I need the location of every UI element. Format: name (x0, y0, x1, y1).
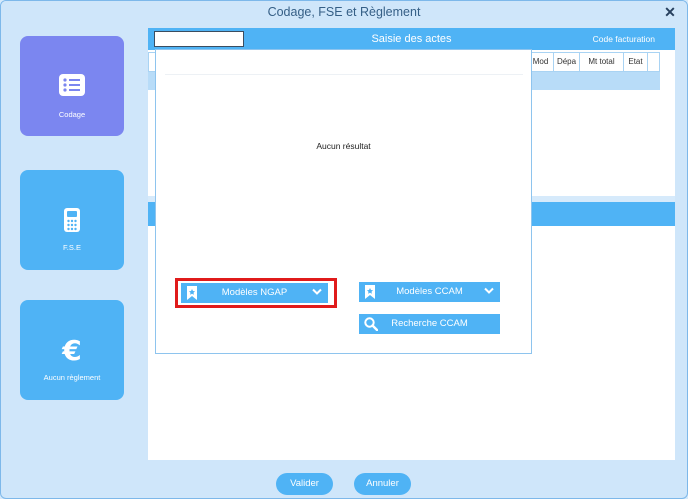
column-header-etat: Etat (623, 53, 647, 71)
popup-divider (165, 74, 523, 75)
chevron-down-icon (312, 288, 322, 295)
models-ngap-label: Modèles NGAP (221, 287, 288, 298)
column-header-spacer (647, 53, 659, 71)
models-ccam-label: Modèles CCAM (396, 286, 463, 297)
column-header-depa: Dépa (553, 53, 579, 71)
list-icon (59, 74, 85, 96)
search-ccam-label: Recherche CCAM (391, 318, 468, 329)
sidebar-item-fse[interactable]: F.S.E (20, 170, 124, 270)
sidebar-item-label: Codage (58, 110, 86, 119)
validate-button[interactable]: Valider (276, 473, 333, 495)
models-ngap-button[interactable]: Modèles NGAP (181, 283, 328, 303)
models-ccam-button[interactable]: Modèles CCAM (359, 282, 500, 302)
euro-icon: € (61, 336, 81, 364)
sidebar-item-label: F.S.E (63, 243, 81, 252)
svg-text:€: € (61, 336, 81, 364)
window-titlebar: Codage, FSE et Règlement (1, 1, 687, 23)
column-header-mt-total: Mt total (579, 53, 623, 71)
models-popup (155, 49, 532, 354)
chevron-down-icon (484, 287, 494, 294)
cancel-button[interactable]: Annuler (354, 473, 411, 495)
code-facturation-label[interactable]: Code facturation (593, 28, 655, 50)
empty-results-text: Aucun résultat (316, 141, 371, 151)
sidebar-item-codage[interactable]: Codage (20, 36, 124, 136)
sidebar-item-label: Aucun règlement (43, 373, 101, 382)
sidebar-item-reglement[interactable]: € Aucun règlement (20, 300, 124, 400)
search-ccam-button[interactable]: Recherche CCAM (359, 314, 500, 334)
window-title: Codage, FSE et Règlement (267, 5, 421, 19)
card-reader-icon (64, 208, 80, 232)
acts-search-input[interactable] (154, 31, 244, 47)
close-icon[interactable]: ✕ (663, 1, 677, 23)
